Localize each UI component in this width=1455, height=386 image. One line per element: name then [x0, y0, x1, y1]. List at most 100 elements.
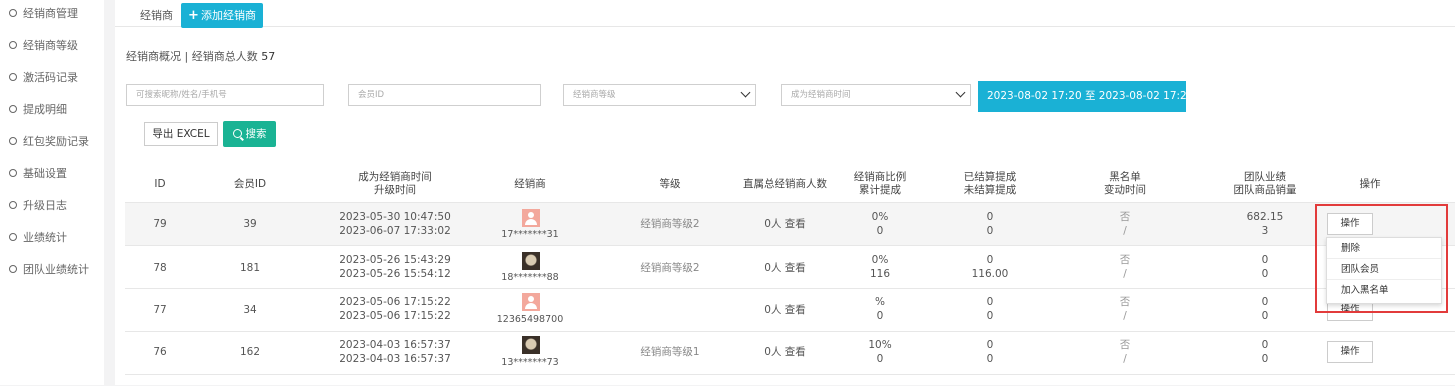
avatar	[522, 336, 540, 354]
cell-dealer: 18*******88	[501, 272, 559, 283]
dealer-time-select-value: 成为经销商时间	[791, 90, 851, 100]
cell-team-perf: 682.15	[1246, 211, 1284, 223]
col-header-change-time: 变动时间	[1104, 184, 1146, 196]
tab-dealer[interactable]: 经销商	[140, 7, 173, 23]
cell-change-time: /	[1123, 353, 1127, 365]
col-header-settled: 已结算提成	[963, 171, 1017, 183]
export-excel-button[interactable]: 导出 EXCEL	[144, 122, 218, 146]
sidebar-item-label: 升级日志	[23, 199, 67, 212]
cell-team-perf: 0	[1261, 296, 1269, 308]
cell-team-perf: 0	[1261, 254, 1269, 266]
sidebar-item-label: 激活码记录	[23, 71, 78, 84]
date-range-text: 2023-08-02 17:20 至 2023-08-02 17:20	[987, 90, 1194, 102]
dealer-level-select[interactable]: 经销商等级	[563, 84, 756, 106]
cell-total: 0	[876, 310, 884, 322]
cell-team-perf: 0	[1261, 339, 1269, 351]
dealer-time-select[interactable]: 成为经销商时间	[781, 84, 971, 106]
chevron-down-icon	[740, 87, 751, 98]
col-header-direct-count: 直属总经销商人数	[743, 178, 827, 190]
calendar-icon	[1195, 90, 1207, 100]
cell-unsettled: 0	[986, 310, 994, 322]
cell-level: 经销商等级2	[640, 262, 700, 274]
circle-icon	[9, 9, 17, 17]
cell-dealer-time: 2023-05-30 10:47:50	[339, 211, 451, 223]
sidebar-item-commission-detail[interactable]: 提成明细	[9, 102, 67, 118]
menu-item-add-blacklist[interactable]: 加入黑名单	[1327, 280, 1441, 301]
cell-team-sales: 0	[1261, 310, 1269, 322]
cell-upgrade-time: 2023-05-06 17:15:22	[339, 310, 451, 322]
cell-direct-count[interactable]: 0人 查看	[725, 346, 845, 359]
cell-direct-count[interactable]: 0人 查看	[725, 304, 845, 317]
dealer-level-select-value: 经销商等级	[573, 90, 616, 100]
sidebar-item-dealer-management[interactable]: 经销商管理	[9, 6, 78, 22]
date-range-picker[interactable]: 2023-08-02 17:20 至 2023-08-02 17:20	[978, 81, 1207, 112]
menu-item-delete[interactable]: 删除	[1327, 238, 1441, 259]
sidebar-item-team-stats[interactable]: 团队业绩统计	[9, 262, 89, 278]
avatar	[522, 209, 540, 227]
search-icon	[232, 128, 242, 138]
cell-id: 76	[153, 346, 167, 358]
sidebar-item-dealer-level[interactable]: 经销商等级	[9, 38, 78, 54]
add-dealer-label: 添加经销商	[200, 9, 256, 22]
cell-id: 77	[153, 304, 167, 316]
cell-team-sales: 0	[1261, 353, 1269, 365]
cell-direct-count[interactable]: 0人 查看	[725, 262, 845, 275]
plus-icon: +	[188, 8, 199, 23]
cell-blacklist: 否	[1119, 254, 1131, 266]
cell-dealer-time: 2023-05-06 17:15:22	[339, 296, 451, 308]
operation-button[interactable]: 操作	[1327, 213, 1373, 235]
sidebar-item-basic-settings[interactable]: 基础设置	[9, 166, 67, 182]
sidebar-item-activation-codes[interactable]: 激活码记录	[9, 70, 78, 86]
cell-change-time: /	[1123, 268, 1127, 280]
cell-member-id: 34	[243, 304, 257, 316]
search-button[interactable]: 搜索	[223, 121, 276, 147]
sidebar-item-label: 红包奖励记录	[23, 135, 89, 148]
cell-dealer-time: 2023-05-26 15:43:29	[339, 254, 451, 266]
menu-item-team-members[interactable]: 团队会员	[1327, 259, 1441, 280]
sidebar-item-red-packet[interactable]: 红包奖励记录	[9, 134, 89, 150]
sidebar-item-label: 经销商等级	[23, 39, 78, 52]
cell-level: 经销商等级1	[640, 346, 700, 358]
operation-button[interactable]: 操作	[1327, 341, 1373, 363]
cell-id: 79	[153, 218, 167, 230]
add-dealer-button[interactable]: + 添加经销商	[181, 3, 263, 28]
cell-id: 78	[153, 262, 167, 274]
cell-settled: 0	[986, 254, 994, 266]
cell-direct-count[interactable]: 0人 查看	[725, 218, 845, 231]
cell-total: 0	[876, 353, 884, 365]
chevron-down-icon	[955, 87, 966, 98]
cell-upgrade-time: 2023-05-26 15:54:12	[339, 268, 451, 280]
sidebar: 经销商管理 经销商等级 激活码记录 提成明细 红包奖励记录 基础设置 升级日志 …	[0, 0, 104, 385]
keyword-search-input[interactable]: 可搜索昵称/姓名/手机号	[126, 84, 324, 106]
col-header-upgrade-time: 升级时间	[374, 184, 416, 196]
cell-team-sales: 0	[1261, 268, 1269, 280]
circle-icon	[9, 169, 17, 177]
cell-dealer: 13*******73	[501, 357, 559, 368]
cell-ratio: 10%	[868, 339, 892, 351]
circle-icon	[9, 201, 17, 209]
cell-settled: 0	[986, 339, 994, 351]
sidebar-item-upgrade-log[interactable]: 升级日志	[9, 198, 67, 214]
cell-ratio: 0%	[871, 254, 889, 266]
circle-icon	[9, 137, 17, 145]
cell-dealer: 17*******31	[501, 229, 559, 240]
circle-icon	[9, 233, 17, 241]
cell-change-time: /	[1123, 310, 1127, 322]
tab-bar: 经销商 + 添加经销商	[115, 0, 1455, 28]
cell-ratio: 0%	[871, 211, 889, 223]
cell-settled: 0	[986, 296, 994, 308]
sidebar-item-label: 团队业绩统计	[23, 263, 89, 276]
col-header-dealer-time: 成为经销商时间	[358, 171, 432, 183]
cell-dealer-time: 2023-04-03 16:57:37	[339, 339, 451, 351]
avatar	[522, 252, 540, 270]
col-header-unsettled: 未结算提成	[963, 184, 1017, 196]
circle-icon	[9, 105, 17, 113]
cell-unsettled: 0	[986, 225, 994, 237]
col-header-blacklist: 黑名单	[1109, 171, 1141, 183]
cell-change-time: /	[1123, 225, 1127, 237]
col-header-level: 等级	[659, 178, 681, 190]
member-id-input[interactable]: 会员ID	[348, 84, 541, 106]
search-label: 搜索	[245, 128, 267, 140]
sidebar-item-performance-stats[interactable]: 业绩统计	[9, 230, 67, 246]
cell-member-id: 162	[239, 346, 261, 358]
